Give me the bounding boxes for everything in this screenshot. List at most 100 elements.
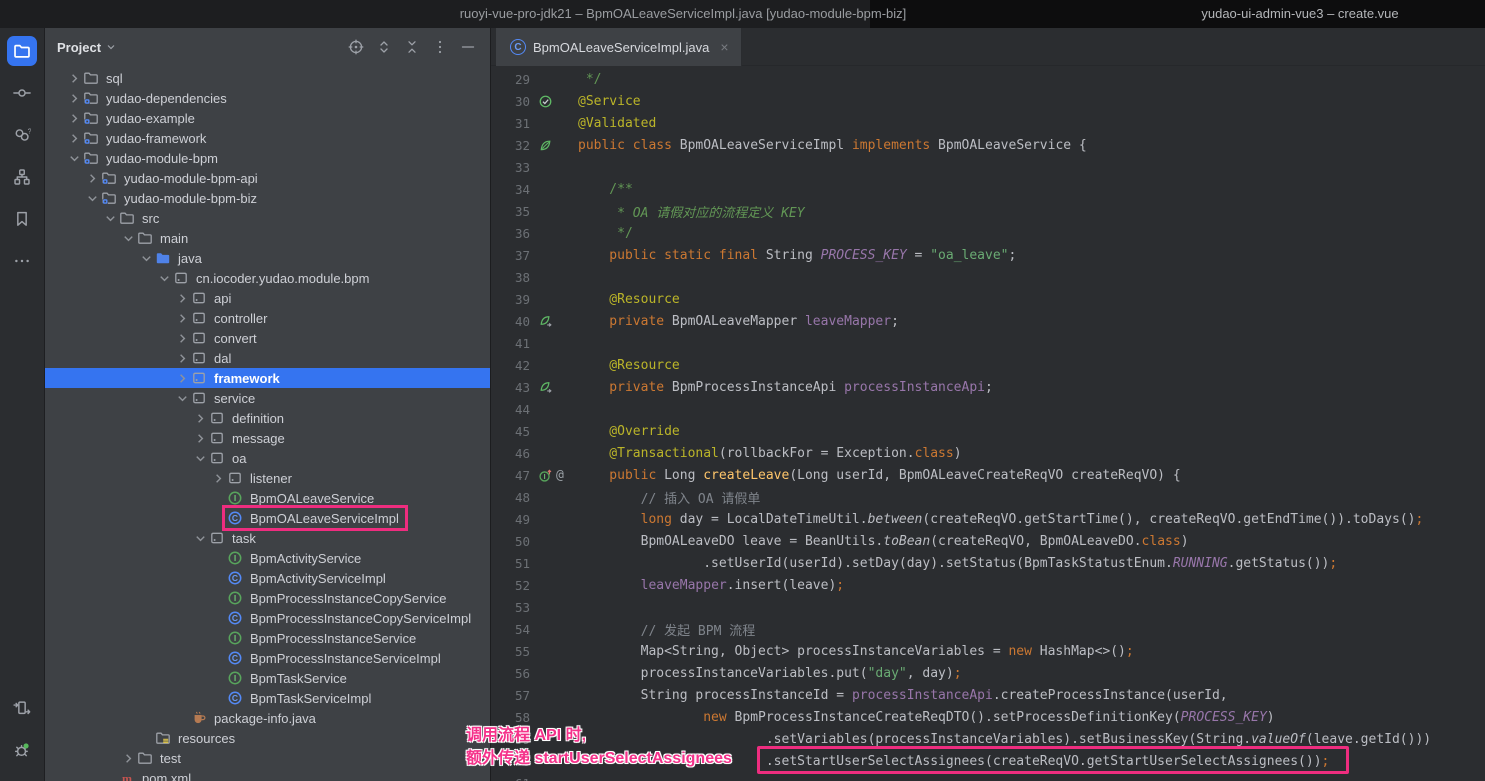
tree-item-test[interactable]: test xyxy=(45,748,490,768)
tree-item-definition[interactable]: definition xyxy=(45,408,490,428)
leafarrow-gutter-icon[interactable] xyxy=(530,380,578,395)
chevron-down-icon[interactable] xyxy=(192,530,209,546)
tree-item-bpmprocessinstancecopyservice[interactable]: IBpmProcessInstanceCopyService xyxy=(45,588,490,608)
expand-all-icon[interactable] xyxy=(376,39,392,55)
code-line-30[interactable]: 30@Service xyxy=(491,90,1485,112)
tree-item-dal[interactable]: dal xyxy=(45,348,490,368)
project-panel-title[interactable]: Project xyxy=(57,40,117,55)
tree-item-bpmactivityserviceimpl[interactable]: CBpmActivityServiceImpl xyxy=(45,568,490,588)
services-icon[interactable] xyxy=(7,693,37,723)
tree-item-service[interactable]: service xyxy=(45,388,490,408)
tree-item-task[interactable]: task xyxy=(45,528,490,548)
code-line-44[interactable]: 44 xyxy=(491,398,1485,420)
options-icon[interactable] xyxy=(432,39,448,55)
chevron-right-icon[interactable] xyxy=(174,310,191,326)
code-line-47[interactable]: 47I@ public Long createLeave(Long userId… xyxy=(491,464,1485,486)
tree-item-bpmtaskservice[interactable]: IBpmTaskService xyxy=(45,668,490,688)
chevron-down-icon[interactable] xyxy=(120,230,137,246)
chevron-right-icon[interactable] xyxy=(120,750,137,766)
tree-item-resources[interactable]: resources xyxy=(45,728,490,748)
tree-item-sql[interactable]: sql xyxy=(45,68,490,88)
code-line-50[interactable]: 50 BpmOALeaveDO leave = BeanUtils.toBean… xyxy=(491,530,1485,552)
bookmarks-icon[interactable] xyxy=(7,204,37,234)
editor-tab[interactable]: C BpmOALeaveServiceImpl.java × xyxy=(496,28,742,66)
leaf-gutter-icon[interactable] xyxy=(530,138,578,153)
chevron-right-icon[interactable] xyxy=(66,130,83,146)
code-line-34[interactable]: 34 /** xyxy=(491,178,1485,200)
tree-item-yudao-dependencies[interactable]: yudao-dependencies xyxy=(45,88,490,108)
code-line-53[interactable]: 53 xyxy=(491,596,1485,618)
chevron-right-icon[interactable] xyxy=(66,90,83,106)
code-line-36[interactable]: 36 */ xyxy=(491,222,1485,244)
code-line-37[interactable]: 37 public static final String PROCESS_KE… xyxy=(491,244,1485,266)
tree-item-framework[interactable]: framework xyxy=(45,368,490,388)
tree-item-yudao-module-bpm-api[interactable]: yudao-module-bpm-api xyxy=(45,168,490,188)
commit-icon[interactable] xyxy=(7,78,37,108)
chevron-right-icon[interactable] xyxy=(174,290,191,306)
code-line-54[interactable]: 54 // 发起 BPM 流程 xyxy=(491,618,1485,640)
tree-item-cn-iocoder-yudao-module-bpm[interactable]: cn.iocoder.yudao.module.bpm xyxy=(45,268,490,288)
tree-item-convert[interactable]: convert xyxy=(45,328,490,348)
code-line-32[interactable]: 32public class BpmOALeaveServiceImpl imp… xyxy=(491,134,1485,156)
tree-item-src[interactable]: src xyxy=(45,208,490,228)
chevron-right-icon[interactable] xyxy=(174,370,191,386)
chevron-down-icon[interactable] xyxy=(156,270,173,286)
tree-item-oa[interactable]: oa xyxy=(45,448,490,468)
leafarrow-gutter-icon[interactable] xyxy=(530,314,578,329)
tree-item-pom-xml[interactable]: mpom.xml xyxy=(45,768,490,781)
chevron-right-icon[interactable] xyxy=(192,430,209,446)
tree-item-bpmtaskserviceimpl[interactable]: CBpmTaskServiceImpl xyxy=(45,688,490,708)
code-line-41[interactable]: 41 xyxy=(491,332,1485,354)
tree-item-bpmprocessinstanceservice[interactable]: IBpmProcessInstanceService xyxy=(45,628,490,648)
pull-requests-icon[interactable]: ? xyxy=(7,120,37,150)
code-line-57[interactable]: 57 String processInstanceId = processIns… xyxy=(491,684,1485,706)
bean-gutter-icon[interactable] xyxy=(530,94,578,109)
debug-icon[interactable] xyxy=(7,735,37,765)
project-folder-icon[interactable] xyxy=(7,36,37,66)
code-line-46[interactable]: 46 @Transactional(rollbackFor = Exceptio… xyxy=(491,442,1485,464)
tab-close-icon[interactable]: × xyxy=(720,39,728,55)
tree-item-yudao-module-bpm-biz[interactable]: yudao-module-bpm-biz xyxy=(45,188,490,208)
chevron-right-icon[interactable] xyxy=(66,110,83,126)
chevron-right-icon[interactable] xyxy=(192,410,209,426)
chevron-down-icon[interactable] xyxy=(66,150,83,166)
chevron-down-icon[interactable] xyxy=(138,250,155,266)
code-line-40[interactable]: 40 private BpmOALeaveMapper leaveMapper; xyxy=(491,310,1485,332)
more-tool-windows-icon[interactable] xyxy=(7,246,37,276)
code-line-55[interactable]: 55 Map<String, Object> processInstanceVa… xyxy=(491,640,1485,662)
chevron-right-icon[interactable] xyxy=(84,170,101,186)
tree-item-yudao-framework[interactable]: yudao-framework xyxy=(45,128,490,148)
tree-item-message[interactable]: message xyxy=(45,428,490,448)
tree-item-yudao-module-bpm[interactable]: yudao-module-bpm xyxy=(45,148,490,168)
chevron-right-icon[interactable] xyxy=(174,330,191,346)
structure-icon[interactable] xyxy=(7,162,37,192)
hide-panel-icon[interactable] xyxy=(460,39,476,55)
chevron-down-icon[interactable] xyxy=(102,210,119,226)
code-line-52[interactable]: 52 leaveMapper.insert(leave); xyxy=(491,574,1485,596)
code-line-51[interactable]: 51 .setUserId(userId).setDay(day).setSta… xyxy=(491,552,1485,574)
code-line-45[interactable]: 45 @Override xyxy=(491,420,1485,442)
code-line-31[interactable]: 31@Validated xyxy=(491,112,1485,134)
chevron-right-icon[interactable] xyxy=(174,350,191,366)
code-line-61[interactable]: 61 xyxy=(491,772,1485,781)
tree-item-bpmoaleaveservice[interactable]: IBpmOALeaveService xyxy=(45,488,490,508)
chevron-right-icon[interactable] xyxy=(210,470,227,486)
chevron-down-icon[interactable] xyxy=(174,390,191,406)
code-view[interactable]: 29 */30@Service31@Validated32public clas… xyxy=(491,66,1485,781)
tree-item-java[interactable]: java xyxy=(45,248,490,268)
code-line-35[interactable]: 35 * OA 请假对应的流程定义 KEY xyxy=(491,200,1485,222)
tree-item-bpmactivityservice[interactable]: IBpmActivityService xyxy=(45,548,490,568)
collapse-all-icon[interactable] xyxy=(404,39,420,55)
code-line-49[interactable]: 49 long day = LocalDateTimeUtil.between(… xyxy=(491,508,1485,530)
tree-item-controller[interactable]: controller xyxy=(45,308,490,328)
tree-item-listener[interactable]: listener xyxy=(45,468,490,488)
code-line-43[interactable]: 43 private BpmProcessInstanceApi process… xyxy=(491,376,1485,398)
chevron-down-icon[interactable] xyxy=(84,190,101,206)
code-line-39[interactable]: 39 @Resource xyxy=(491,288,1485,310)
tree-item-yudao-example[interactable]: yudao-example xyxy=(45,108,490,128)
code-line-56[interactable]: 56 processInstanceVariables.put("day", d… xyxy=(491,662,1485,684)
code-line-33[interactable]: 33 xyxy=(491,156,1485,178)
tree-item-bpmprocessinstanceserviceimpl[interactable]: CBpmProcessInstanceServiceImpl xyxy=(45,648,490,668)
code-line-29[interactable]: 29 */ xyxy=(491,68,1485,90)
code-line-48[interactable]: 48 // 插入 OA 请假单 xyxy=(491,486,1485,508)
